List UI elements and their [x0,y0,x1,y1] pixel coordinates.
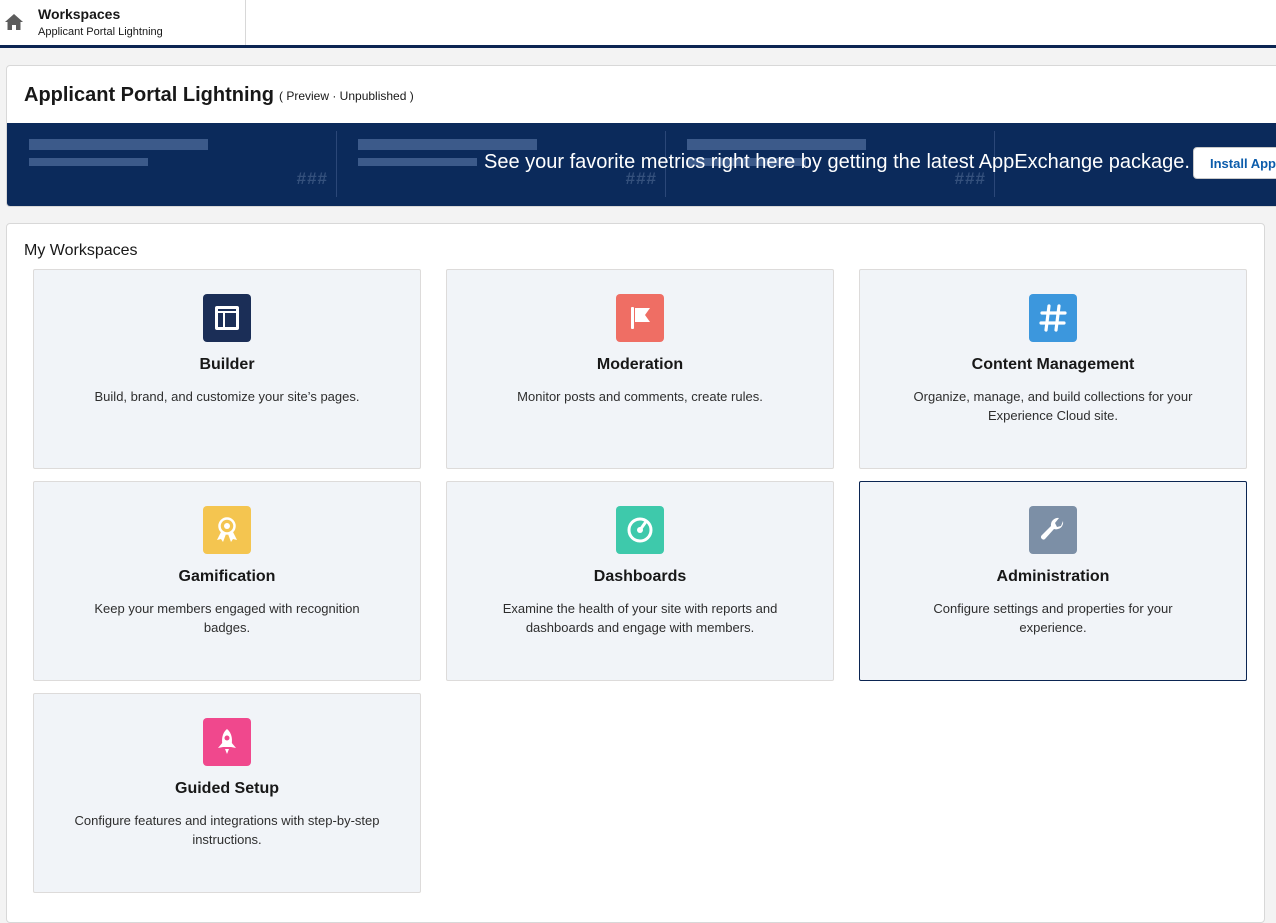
tile-title: Builder [199,356,255,373]
site-title: Applicant Portal Lightning [24,84,274,106]
site-status: ( Preview · Unpublished ) [279,89,414,103]
placeholder-bar [29,139,208,150]
rocket-icon [203,718,251,766]
site-card: Applicant Portal Lightning ( Preview · U… [6,65,1276,207]
placeholder-value: ### [296,169,328,188]
metrics-banner: ### ### ### See your favorite metrics ri… [7,123,1276,206]
placeholder-bar [358,158,477,166]
metric-placeholder: ### [7,131,337,197]
tile-description: Configure settings and properties for yo… [933,601,1173,635]
workspace-tile-guided-setup[interactable]: Guided Setup Configure features and inte… [33,693,421,893]
flag-icon [616,294,664,342]
workspaces-panel: My Workspaces Builder Build, brand, and … [6,223,1265,923]
workspace-tile-moderation[interactable]: Moderation Monitor posts and comments, c… [446,269,834,469]
header-title: Workspaces [38,6,121,22]
badge-icon [203,506,251,554]
tile-description: Build, brand, and customize your site’s … [94,389,360,404]
tile-description: Monitor posts and comments, create rules… [517,389,763,404]
tile-title: Dashboards [593,568,687,585]
home-icon [5,14,23,30]
workspace-tile-builder[interactable]: Builder Build, brand, and customize your… [33,269,421,469]
hashtag-icon [1029,294,1077,342]
install-appexchange-button[interactable]: Install AppExchange Package [1193,147,1276,179]
workspace-tile-gamification[interactable]: Gamification Keep your members engaged w… [33,481,421,681]
tile-title: Moderation [596,356,684,373]
workspaces-heading: My Workspaces [24,242,138,259]
workspace-tile-dashboards[interactable]: Dashboards Examine the health of your si… [446,481,834,681]
header-subtitle: Applicant Portal Lightning [38,26,163,38]
placeholder-bar [29,158,148,166]
workspace-tile-administration[interactable]: Administration Configure settings and pr… [859,481,1247,681]
placeholder-bar [687,139,866,150]
tile-title: Content Management [971,356,1135,373]
tile-description: Keep your members engaged with recogniti… [94,601,360,635]
tile-description: Examine the health of your site with rep… [502,601,778,635]
tile-title: Administration [996,568,1110,585]
tile-title: Gamification [178,568,276,585]
tile-description: Organize, manage, and build collections … [913,389,1193,423]
builder-icon [203,294,251,342]
tile-title: Guided Setup [175,780,279,797]
placeholder-bar [358,139,537,150]
banner-message: See your favorite metrics right here by … [484,151,1190,173]
tile-description: Configure features and integrations with… [74,813,380,847]
workspaces-home-tab[interactable]: Workspaces Applicant Portal Lightning [0,0,246,45]
workspace-tile-content-management[interactable]: Content Management Organize, manage, and… [859,269,1247,469]
top-header: Workspaces Applicant Portal Lightning [0,0,1276,48]
wrench-icon [1029,506,1077,554]
gauge-icon [616,506,664,554]
